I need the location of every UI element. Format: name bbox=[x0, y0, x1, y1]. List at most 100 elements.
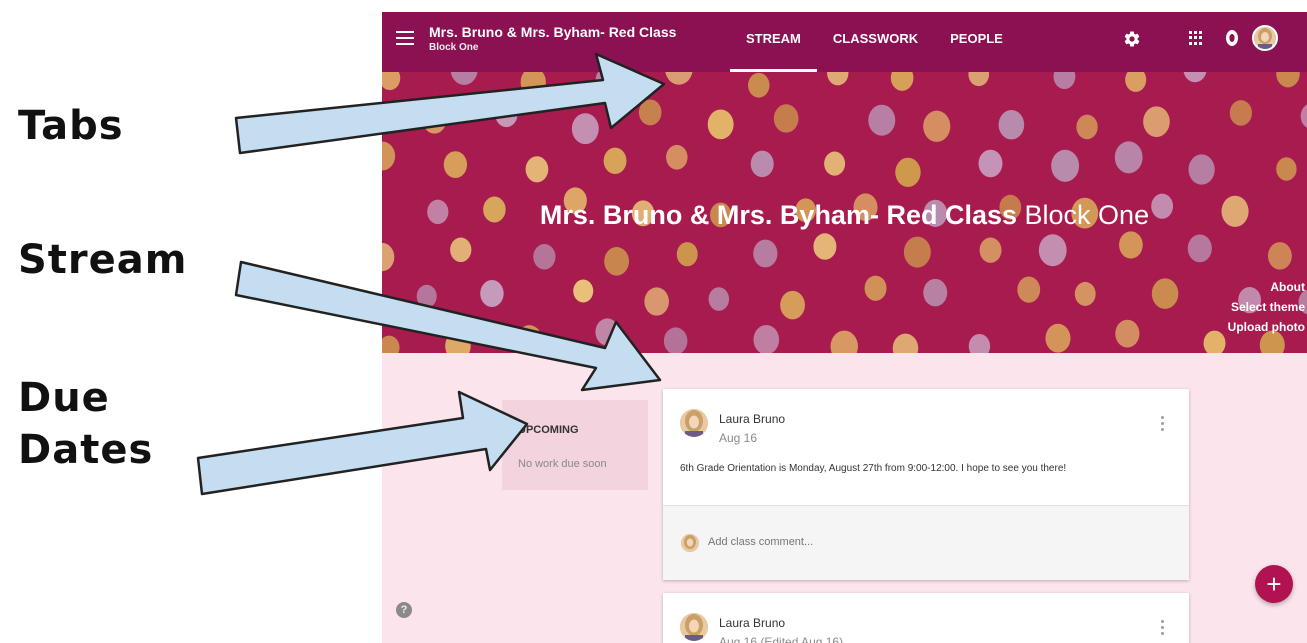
banner-dot bbox=[1074, 281, 1096, 306]
banner-dot bbox=[1300, 104, 1307, 128]
banner-dot bbox=[1151, 278, 1179, 309]
annotation-stream-label: Stream bbox=[18, 237, 188, 283]
banner-dot bbox=[830, 330, 858, 353]
banner-dot bbox=[1188, 154, 1215, 185]
menu-icon[interactable] bbox=[396, 31, 414, 45]
tab-classwork[interactable]: CLASSWORK bbox=[817, 12, 934, 72]
banner-dot bbox=[748, 72, 770, 98]
banner-dot bbox=[895, 157, 921, 187]
post-date: Aug 16 (Edited Aug 16) bbox=[719, 635, 844, 643]
post-author: Laura Bruno bbox=[719, 616, 786, 630]
banner-dot bbox=[979, 237, 1002, 263]
about-link[interactable]: About bbox=[1228, 277, 1305, 297]
annotation-due-label: Due bbox=[18, 375, 110, 421]
banner-dot bbox=[1114, 141, 1143, 174]
tab-stream[interactable]: STREAM bbox=[730, 12, 817, 72]
class-banner: Mrs. Bruno & Mrs. Byham- Red Class Block… bbox=[382, 72, 1307, 353]
tab-bar: STREAM CLASSWORK PEOPLE bbox=[730, 12, 1019, 72]
select-theme-link[interactable]: Select theme bbox=[1228, 297, 1305, 317]
class-name[interactable]: Mrs. Bruno & Mrs. Byham- Red Class bbox=[429, 24, 676, 40]
banner-dot bbox=[665, 72, 693, 85]
banner-dot bbox=[813, 233, 837, 260]
banner-dot bbox=[923, 110, 951, 142]
banner-dot bbox=[422, 106, 447, 134]
more-options-icon[interactable] bbox=[1161, 416, 1165, 434]
avatar[interactable] bbox=[1252, 25, 1278, 51]
banner-dot bbox=[1045, 323, 1071, 353]
banner-dot bbox=[968, 72, 990, 87]
upcoming-empty-text: No work due soon bbox=[518, 458, 607, 470]
author-avatar bbox=[680, 409, 708, 437]
gear-icon[interactable] bbox=[1123, 30, 1141, 48]
banner-dot bbox=[1076, 114, 1098, 140]
banner-dot bbox=[1038, 234, 1067, 267]
banner-section: Block One bbox=[1024, 200, 1150, 230]
banner-dot bbox=[890, 72, 914, 91]
post-author: Laura Bruno bbox=[719, 412, 786, 426]
banner-dot bbox=[480, 280, 504, 307]
post-date: Aug 16 bbox=[719, 431, 758, 445]
banner-dot bbox=[525, 156, 549, 183]
banner-dot bbox=[603, 147, 627, 174]
banner-dot bbox=[968, 333, 991, 353]
add-button[interactable]: + bbox=[1255, 565, 1293, 603]
stream-post: Laura Bruno Aug 16 6th Grade Orientation… bbox=[663, 389, 1189, 580]
banner-dot bbox=[903, 236, 931, 268]
banner-dot bbox=[707, 109, 734, 140]
banner-dot bbox=[1267, 242, 1292, 270]
top-bar: Mrs. Bruno & Mrs. Byham- Red Class Block… bbox=[382, 12, 1307, 72]
apps-grid-icon[interactable] bbox=[1189, 31, 1203, 45]
banner-dot bbox=[1183, 72, 1207, 83]
banner-dot bbox=[443, 151, 468, 179]
banner-dot bbox=[864, 275, 887, 301]
tab-people[interactable]: PEOPLE bbox=[934, 12, 1019, 72]
banner-dot bbox=[450, 237, 472, 263]
banner-dot bbox=[978, 149, 1003, 178]
banner-dot bbox=[416, 284, 437, 308]
banner-dot bbox=[571, 113, 599, 145]
banner-dot bbox=[1143, 106, 1170, 137]
banner-dot bbox=[450, 72, 478, 85]
banner-dot bbox=[638, 99, 662, 126]
banner-dot bbox=[773, 104, 799, 133]
commenter-avatar bbox=[681, 534, 699, 552]
annotation-dates-label: Dates bbox=[18, 427, 154, 473]
banner-dot bbox=[1017, 276, 1041, 303]
help-icon[interactable]: ? bbox=[396, 602, 412, 618]
notification-icon[interactable] bbox=[1225, 29, 1239, 48]
banner-dot bbox=[923, 278, 948, 307]
banner-dot bbox=[445, 331, 471, 353]
more-options-icon[interactable] bbox=[1161, 620, 1165, 638]
banner-dot bbox=[753, 239, 778, 268]
banner-dot bbox=[753, 324, 780, 353]
upcoming-title: UPCOMING bbox=[518, 424, 579, 436]
class-section: Block One bbox=[429, 42, 479, 53]
banner-dot bbox=[824, 151, 846, 176]
banner-dot bbox=[516, 325, 543, 353]
class-comment-input[interactable] bbox=[708, 536, 1008, 548]
banner-dot bbox=[1051, 149, 1080, 182]
banner-dot bbox=[892, 333, 919, 353]
banner-dot bbox=[663, 327, 688, 353]
banner-dot bbox=[573, 279, 594, 303]
upload-photo-link[interactable]: Upload photo bbox=[1228, 317, 1305, 337]
banner-links: About Select theme Upload photo bbox=[1228, 277, 1305, 337]
banner-dot bbox=[644, 287, 669, 316]
banner-dot bbox=[1053, 72, 1076, 90]
upcoming-panel: UPCOMING No work due soon bbox=[502, 400, 648, 490]
banner-dot bbox=[382, 72, 401, 91]
annotation-tabs-label: Tabs bbox=[18, 103, 124, 149]
banner-dot bbox=[1203, 330, 1226, 353]
banner-class-name: Mrs. Bruno & Mrs. Byham- Red Class bbox=[539, 200, 1018, 230]
banner-dot bbox=[1115, 319, 1140, 348]
banner-dot bbox=[708, 287, 730, 311]
classroom-app: Mrs. Bruno & Mrs. Byham- Red Class Block… bbox=[382, 12, 1307, 643]
banner-dot bbox=[998, 110, 1025, 140]
banner-dot bbox=[382, 335, 400, 353]
banner-dot bbox=[1187, 234, 1212, 263]
banner-dot bbox=[382, 141, 396, 171]
banner-dot bbox=[1276, 72, 1300, 88]
banner-dot bbox=[780, 290, 805, 320]
banner-dot bbox=[666, 144, 688, 170]
banner-dot bbox=[595, 72, 617, 93]
